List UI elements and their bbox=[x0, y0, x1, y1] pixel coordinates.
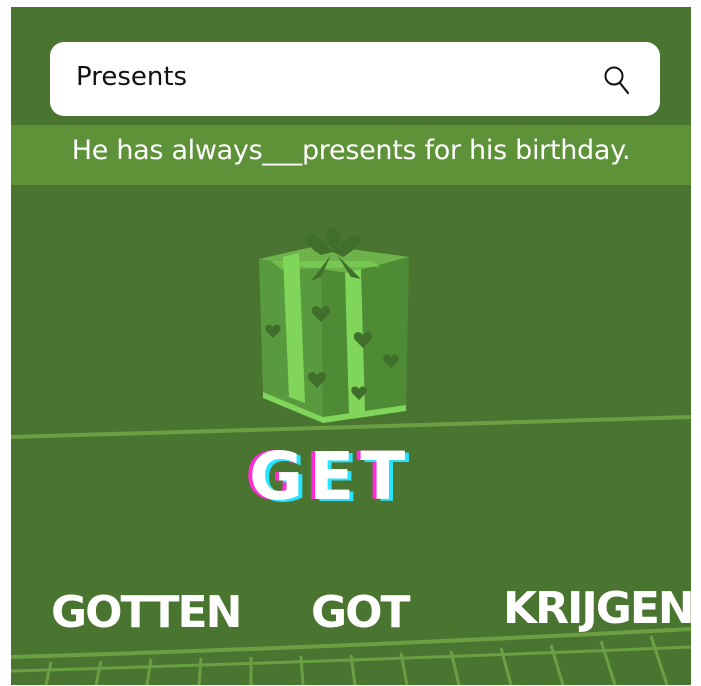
svg-text:GET: GET bbox=[249, 438, 411, 512]
verb-word: GET GET GET bbox=[245, 438, 411, 512]
gift-icon bbox=[259, 228, 409, 423]
option-gotten-button[interactable]: GOTTEN bbox=[51, 587, 242, 638]
question-band: He has always___presents for his birthda… bbox=[11, 125, 691, 185]
search-input[interactable]: Presents bbox=[76, 62, 187, 92]
search-bar[interactable]: Presents bbox=[50, 42, 660, 116]
option-got-button[interactable]: GOT bbox=[311, 587, 411, 638]
question-sentence: He has always___presents for his birthda… bbox=[71, 135, 631, 166]
option-krijgen-button[interactable]: KRIJGEN bbox=[503, 583, 691, 634]
quiz-card: Presents He has always___presents for hi… bbox=[11, 7, 691, 685]
search-icon[interactable] bbox=[602, 64, 632, 96]
